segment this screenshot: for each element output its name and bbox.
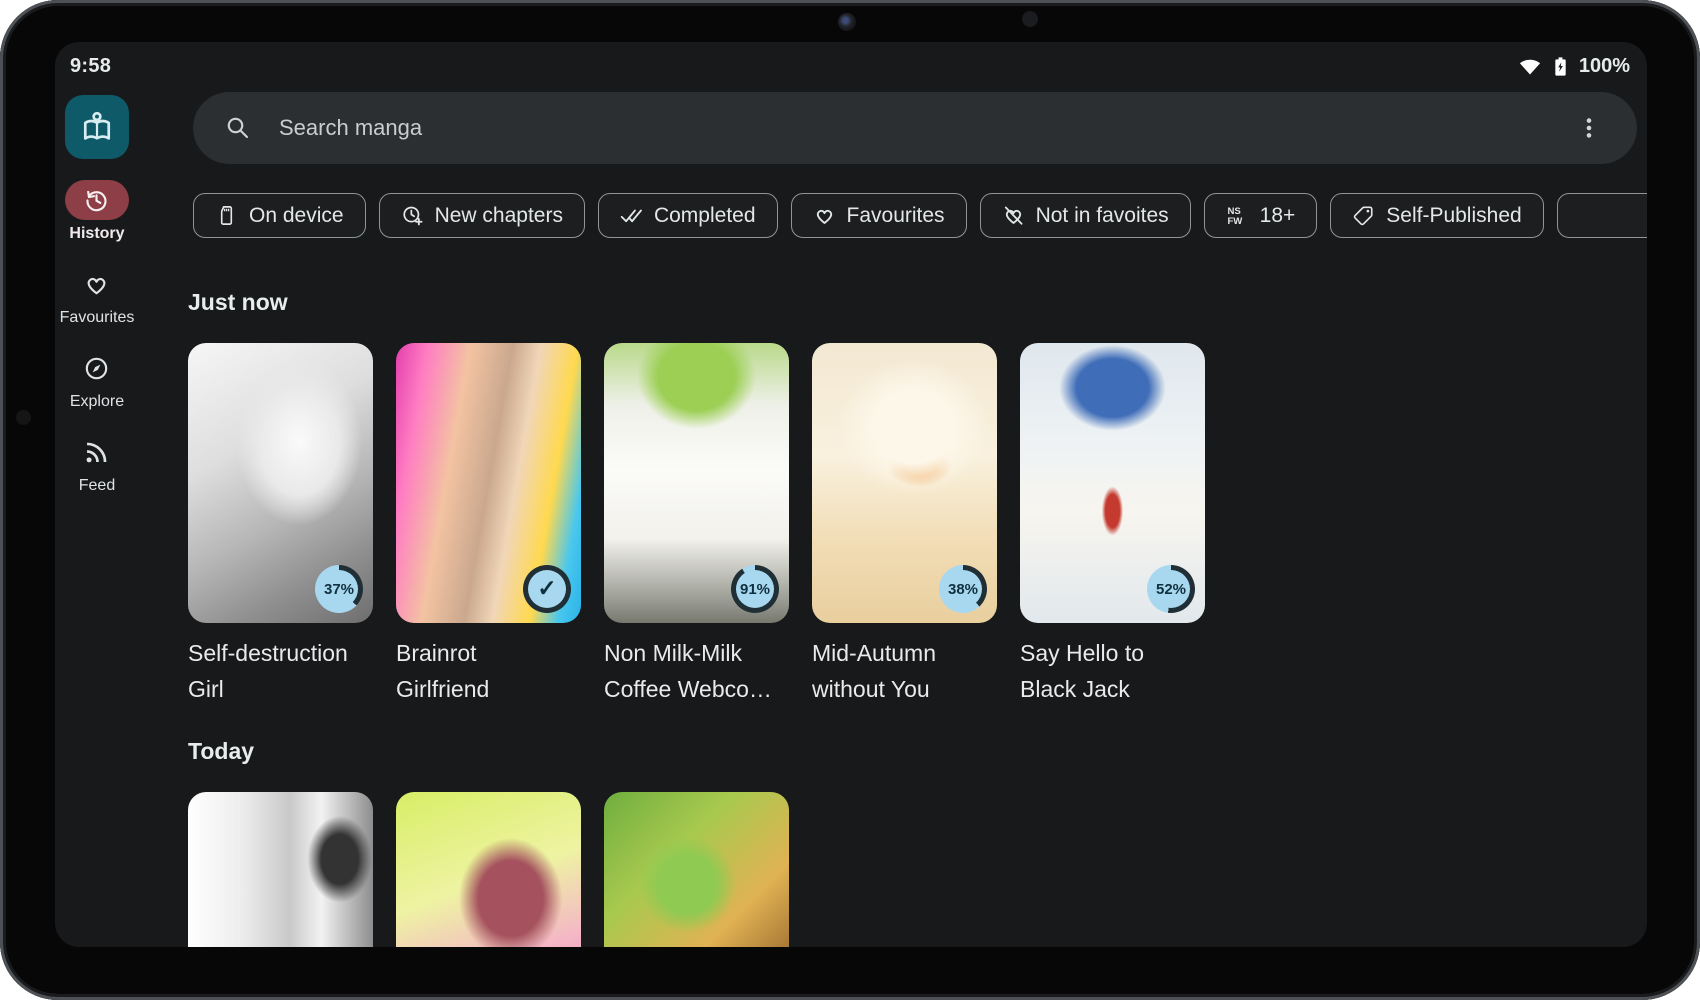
filter-chip-label: On device [249, 204, 344, 228]
partial-chip[interactable] [1557, 193, 1647, 238]
progress-badge: 38% [939, 565, 987, 613]
history-section: Today [188, 738, 1647, 947]
light-sensor [1022, 11, 1038, 27]
manga-cover [188, 792, 373, 947]
filter-chip-label: New chapters [435, 204, 563, 228]
tag-icon [1352, 204, 1375, 227]
sidebar-item-favourites[interactable]: Favourites [60, 264, 135, 327]
progress-badge-value: 38% [944, 570, 982, 608]
heart-off-icon [1002, 204, 1025, 227]
rail-item-label: Favourites [60, 309, 135, 327]
manga-title: Self-destructionGirl [188, 635, 373, 707]
progress-badge-value: 52% [1152, 570, 1190, 608]
card-row: 37% Self-destructionGirl ✓ BrainrotGirlf… [188, 343, 1647, 707]
filter-chip[interactable]: Favourites [791, 193, 967, 238]
sd-card-icon [215, 204, 238, 227]
manga-card[interactable]: 91% Non Milk-MilkCoffee Webco… [604, 343, 789, 707]
kebab-menu-icon[interactable] [1577, 116, 1601, 140]
manga-card[interactable]: 52% Say Hello toBlack Jack [1020, 343, 1205, 707]
battery-charging-icon [1549, 55, 1572, 78]
app-screen: 9:58 100% History Favourites Explore [55, 42, 1647, 947]
rail-item-label: Feed [79, 477, 115, 495]
manga-card[interactable] [604, 792, 789, 947]
book-reader-logo-icon [78, 108, 116, 146]
sidebar-item-explore[interactable]: Explore [60, 348, 135, 411]
manga-title: BrainrotGirlfriend [396, 635, 581, 707]
sidebar-item-feed[interactable]: Feed [60, 432, 135, 495]
manga-title: Say Hello toBlack Jack [1020, 635, 1205, 707]
history-section: Just now 37% Self-destructionGirl ✓ Brai… [188, 289, 1647, 707]
progress-badge: 91% [731, 565, 779, 613]
progress-badge: 37% [315, 565, 363, 613]
clock-text: 9:58 [70, 55, 111, 78]
nsfw-icon [1226, 204, 1249, 227]
tablet-device: 9:58 100% History Favourites Explore [0, 0, 1700, 1000]
progress-badge: 52% [1147, 565, 1195, 613]
wifi-icon [1518, 54, 1542, 78]
filter-chip-label: Favourites [847, 204, 945, 228]
filter-chip-label: Self-Published [1386, 204, 1521, 228]
main-content: On device New chapters Completed Favouri… [188, 84, 1647, 947]
progress-badge-value: ✓ [528, 570, 566, 608]
microphone-dot [16, 410, 31, 425]
front-camera [838, 13, 856, 31]
compass-icon [83, 355, 110, 382]
filter-chip[interactable]: On device [193, 193, 366, 238]
status-bar: 9:58 100% [55, 42, 1647, 84]
manga-cover: 52% [1020, 343, 1205, 623]
heart-icon [813, 204, 836, 227]
manga-card[interactable]: ✓ BrainrotGirlfriend [396, 343, 581, 707]
heart-icon [83, 271, 110, 298]
clock-plus-icon [401, 204, 424, 227]
battery-percent: 100% [1579, 55, 1630, 78]
manga-card[interactable] [396, 792, 581, 947]
app-logo-button[interactable] [65, 95, 129, 159]
manga-cover: 91% [604, 343, 789, 623]
progress-badge-value: 37% [320, 570, 358, 608]
search-bar[interactable] [193, 92, 1637, 164]
section-title: Today [188, 738, 1647, 765]
search-input[interactable] [277, 114, 1577, 142]
filter-chip-label: Completed [654, 204, 756, 228]
manga-cover: ✓ [396, 343, 581, 623]
manga-card[interactable]: 38% Mid-Autumnwithout You [812, 343, 997, 707]
filter-chip[interactable]: Self-Published [1330, 193, 1543, 238]
filter-chip[interactable]: 18+ [1204, 193, 1318, 238]
navigation-rail: History Favourites Explore Feed [55, 84, 188, 947]
manga-cover [604, 792, 789, 947]
rail-item-label: History [69, 225, 124, 243]
manga-card[interactable]: 37% Self-destructionGirl [188, 343, 373, 707]
rss-icon [83, 439, 110, 466]
rail-item-label: Explore [70, 393, 124, 411]
card-row [188, 792, 1647, 947]
manga-title: Mid-Autumnwithout You [812, 635, 997, 707]
filter-chip-label: 18+ [1260, 204, 1296, 228]
filter-chip[interactable]: Completed [598, 193, 778, 238]
filter-chip[interactable]: New chapters [379, 193, 585, 238]
manga-cover: 37% [188, 343, 373, 623]
sidebar-item-history[interactable]: History [60, 180, 135, 243]
completed-badge: ✓ [523, 565, 571, 613]
progress-badge-value: 91% [736, 570, 774, 608]
filter-chip[interactable]: Not in favoites [980, 193, 1191, 238]
manga-card[interactable] [188, 792, 373, 947]
double-check-icon [620, 204, 643, 227]
section-title: Just now [188, 289, 1647, 316]
manga-cover: 38% [812, 343, 997, 623]
filter-chip-row: On device New chapters Completed Favouri… [193, 193, 1647, 238]
manga-title: Non Milk-MilkCoffee Webco… [604, 635, 789, 707]
filter-chip-label: Not in favoites [1036, 204, 1169, 228]
history-icon [83, 187, 110, 214]
search-icon [225, 115, 251, 141]
manga-cover [396, 792, 581, 947]
